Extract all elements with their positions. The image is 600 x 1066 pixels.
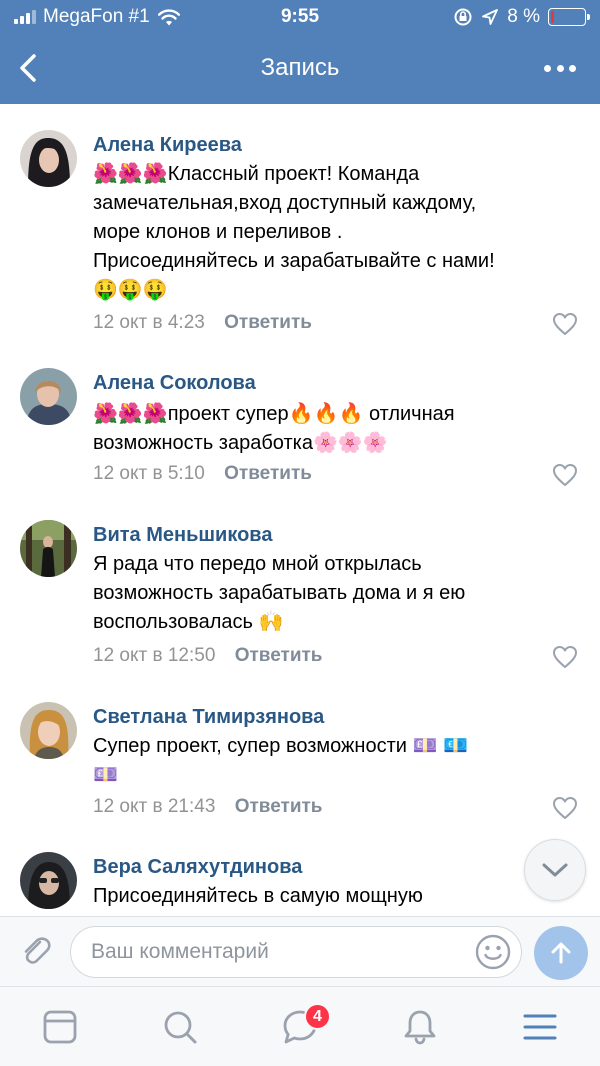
comment-line: замечательная,вход доступный каждому, xyxy=(93,192,477,214)
signal-icon xyxy=(14,10,36,24)
comment-meta: 12 окт в 12:50 Ответить xyxy=(93,645,323,667)
carrier-name: MegaFon #1 xyxy=(43,6,150,27)
comment-date: 12 окт в 21:43 xyxy=(93,796,216,817)
comment-line: Супер проект, супер возможности 💷 💶 xyxy=(93,735,468,757)
battery-icon xyxy=(548,8,590,26)
comment-composer xyxy=(0,916,600,986)
comment-author[interactable]: Вера Саляхутдинова xyxy=(93,856,302,879)
heart-icon[interactable] xyxy=(552,463,578,487)
chevron-left-icon xyxy=(20,54,36,82)
page-title: Запись xyxy=(260,54,340,81)
comments-list: Алена Киреева 🌺🌺🌺Классный проект! Команд… xyxy=(0,104,600,916)
comment-text: Я рада что передо мной открылась возможн… xyxy=(93,550,578,637)
bell-icon xyxy=(404,1010,436,1045)
messages-badge: 4 xyxy=(304,1003,331,1030)
menu-icon xyxy=(523,1014,557,1040)
back-button[interactable] xyxy=(10,48,50,88)
comment-text: Присоединяйтесь в самую мощную xyxy=(93,882,578,911)
attach-button[interactable] xyxy=(18,933,54,969)
search-icon xyxy=(164,1011,197,1044)
battery-percent: 8 % xyxy=(507,6,540,27)
comment-author[interactable]: Светлана Тимирзянова xyxy=(93,706,324,729)
comment-input[interactable] xyxy=(70,926,522,978)
emoji-button[interactable] xyxy=(474,933,512,971)
app-header: MegaFon #1 9:55 8 % Запись xyxy=(0,0,600,104)
avatar[interactable] xyxy=(20,852,77,909)
arrow-up-icon xyxy=(551,942,571,964)
status-right: 8 % xyxy=(453,6,590,28)
reply-button[interactable]: Ответить xyxy=(224,463,312,484)
comment-line: море клонов и переливов . xyxy=(93,221,343,243)
reply-button[interactable]: Ответить xyxy=(235,796,323,817)
avatar[interactable] xyxy=(20,520,77,577)
tab-search[interactable] xyxy=(160,1007,200,1047)
location-arrow-icon xyxy=(482,9,499,25)
tab-menu[interactable] xyxy=(520,1007,560,1047)
comment-date: 12 окт в 12:50 xyxy=(93,645,216,666)
avatar[interactable] xyxy=(20,130,77,187)
comment-text: Супер проект, супер возможности 💷 💶 💷 xyxy=(93,732,578,790)
comment-meta: 12 окт в 5:10 Ответить xyxy=(93,463,312,485)
comment-text: 🌺🌺🌺проект супер🔥🔥🔥 отличная возможность … xyxy=(93,400,578,458)
tab-notifications[interactable] xyxy=(400,1007,440,1047)
comment-line: 🤑🤑🤑 xyxy=(93,279,168,301)
comment-author[interactable]: Алена Киреева xyxy=(93,134,242,157)
comment-line: 🌺🌺🌺проект супер🔥🔥🔥 отличная xyxy=(93,403,455,425)
avatar[interactable] xyxy=(20,702,77,759)
comment-text: 🌺🌺🌺Классный проект! Команда замечательна… xyxy=(93,160,578,305)
smiley-icon xyxy=(475,934,511,970)
paperclip-icon xyxy=(24,937,51,964)
comment-line: Присоединяйтесь и зарабатывайте с нами! xyxy=(93,250,495,272)
heart-icon[interactable] xyxy=(552,645,578,669)
scroll-down-button[interactable] xyxy=(524,839,586,901)
reply-button[interactable]: Ответить xyxy=(235,645,323,666)
comment-line: Присоединяйтесь в самую мощную xyxy=(93,885,423,907)
reply-button[interactable]: Ответить xyxy=(224,312,312,333)
comment-line: 🌺🌺🌺Классный проект! Команда xyxy=(93,163,420,185)
comment-author[interactable]: Алена Соколова xyxy=(93,372,256,395)
tab-news[interactable] xyxy=(40,1007,80,1047)
tab-bar xyxy=(0,986,600,1066)
chevron-down-icon xyxy=(542,863,568,877)
more-options-button[interactable] xyxy=(538,54,582,82)
comment-date: 12 окт в 4:23 xyxy=(93,312,205,333)
avatar[interactable] xyxy=(20,368,77,425)
comment-date: 12 окт в 5:10 xyxy=(93,463,205,484)
status-left: MegaFon #1 xyxy=(14,6,180,28)
comment-line: воспользовалась 🙌 xyxy=(93,611,284,633)
heart-icon[interactable] xyxy=(552,796,578,820)
comment-line: возможность зарабатывать дома и я ею xyxy=(93,582,466,604)
comment-line: 💷 xyxy=(93,764,118,786)
status-bar: MegaFon #1 9:55 8 % xyxy=(0,0,600,34)
wifi-icon xyxy=(157,8,180,25)
rotation-lock-icon xyxy=(454,8,472,26)
comment-meta: 12 окт в 4:23 Ответить xyxy=(93,312,312,334)
news-feed-icon xyxy=(43,1010,77,1044)
comment-line: возможность заработка🌸🌸🌸 xyxy=(93,432,388,454)
heart-icon[interactable] xyxy=(552,312,578,336)
comment-line: Я рада что передо мной открылась xyxy=(93,553,422,575)
send-button[interactable] xyxy=(534,926,588,980)
more-dots-icon xyxy=(544,64,551,72)
comment-meta: 12 окт в 21:43 Ответить xyxy=(93,796,323,818)
nav-bar: Запись xyxy=(0,34,600,104)
battery-level-fill xyxy=(551,11,554,23)
comment-author[interactable]: Вита Меньшикова xyxy=(93,524,272,547)
